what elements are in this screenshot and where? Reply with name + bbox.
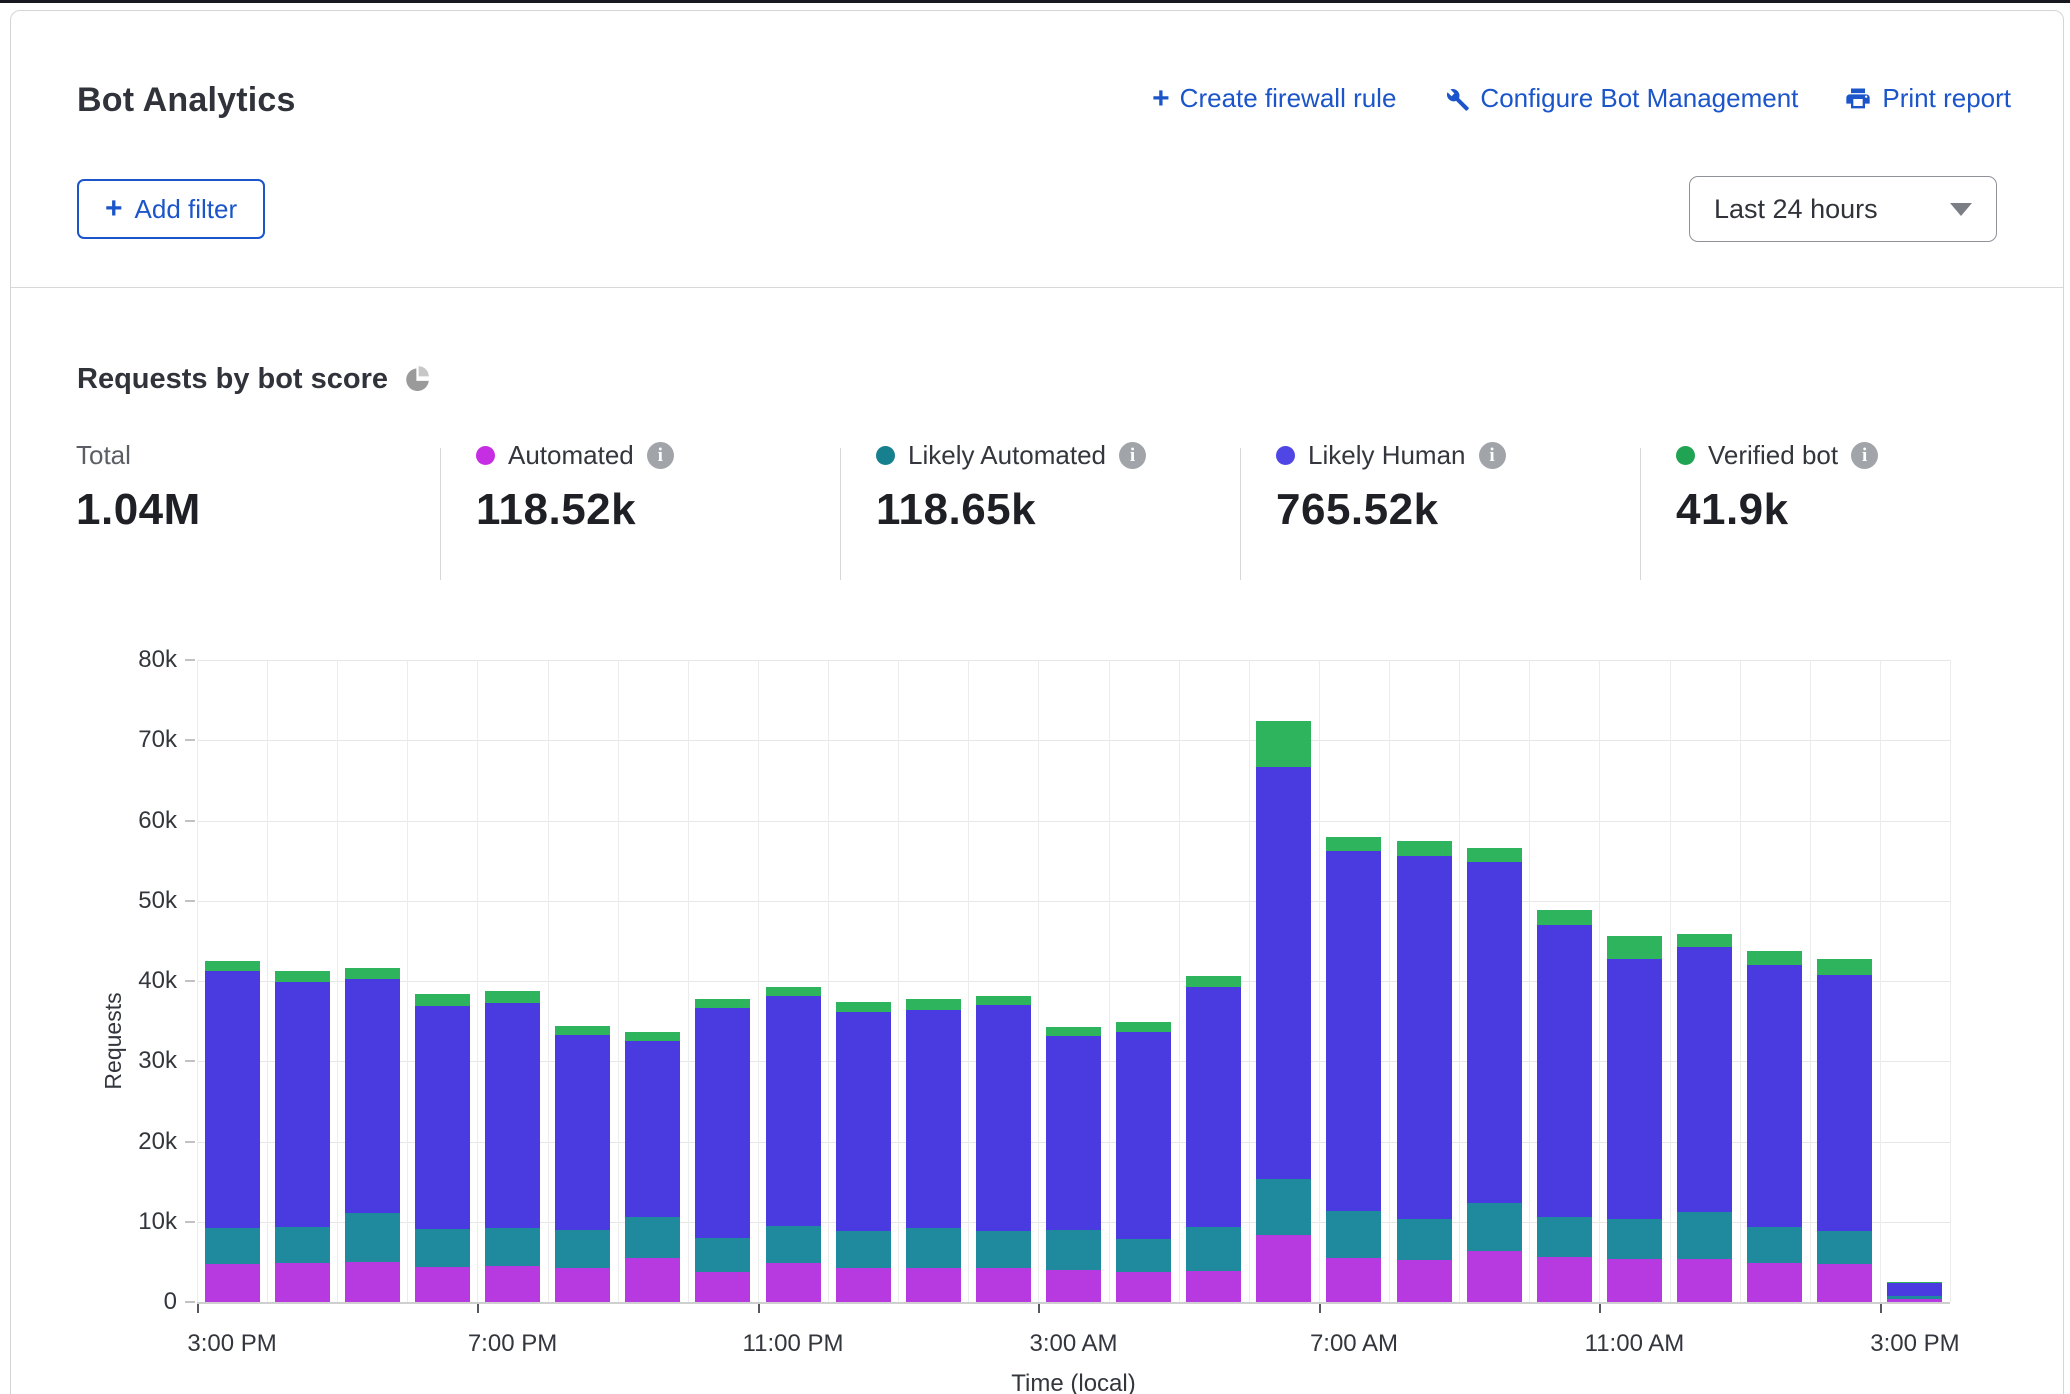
configure-bot-management-label: Configure Bot Management [1480, 83, 1798, 114]
info-icon[interactable]: i [1479, 442, 1506, 469]
stat-divider [840, 448, 841, 580]
printer-icon [1844, 85, 1872, 113]
plus-icon: + [1152, 84, 1170, 114]
stat-likely-human: Likely Human i 765.52k [1276, 440, 1506, 535]
stat-total: Total 1.04M [76, 440, 201, 535]
info-icon[interactable]: i [1851, 442, 1878, 469]
create-firewall-rule-link[interactable]: + Create firewall rule [1152, 83, 1396, 114]
verified-bot-dot-icon [1676, 446, 1695, 465]
stat-likely-human-value: 765.52k [1276, 485, 1506, 535]
stat-automated-label: Automated [508, 440, 634, 471]
stat-automated-value: 118.52k [476, 485, 674, 535]
info-icon[interactable]: i [1119, 442, 1146, 469]
stat-likely-human-label: Likely Human [1308, 440, 1466, 471]
stat-divider [1240, 448, 1241, 580]
stat-likely-automated-value: 118.65k [876, 485, 1146, 535]
configure-bot-management-link[interactable]: Configure Bot Management [1442, 83, 1798, 114]
stat-verified-bot: Verified bot i 41.9k [1676, 440, 1878, 535]
time-range-select[interactable]: Last 24 hours [1689, 176, 1997, 242]
stat-automated: Automated i 118.52k [476, 440, 674, 535]
section-title: Requests by bot score [77, 363, 388, 396]
stat-divider [440, 448, 441, 580]
stat-likely-automated: Likely Automated i 118.65k [876, 440, 1146, 535]
section-title-row: Requests by bot score [77, 363, 431, 396]
stat-likely-automated-label: Likely Automated [908, 440, 1106, 471]
wrench-icon [1442, 85, 1470, 113]
stat-total-label: Total [76, 440, 201, 471]
stat-verified-bot-label: Verified bot [1708, 440, 1838, 471]
time-range-value: Last 24 hours [1714, 194, 1878, 225]
stat-divider [1640, 448, 1641, 580]
pie-chart-icon [404, 364, 431, 396]
bot-analytics-page: Bot Analytics + Create firewall rule Con… [0, 0, 2070, 1394]
automated-dot-icon [476, 446, 495, 465]
chevron-down-icon [1950, 203, 1972, 216]
likely-human-dot-icon [1276, 446, 1295, 465]
add-filter-button[interactable]: + Add filter [77, 179, 265, 239]
page-title: Bot Analytics [77, 81, 296, 120]
info-icon[interactable]: i [647, 442, 674, 469]
create-firewall-rule-label: Create firewall rule [1180, 83, 1397, 114]
stat-verified-bot-value: 41.9k [1676, 485, 1878, 535]
analytics-card: Bot Analytics + Create firewall rule Con… [10, 10, 2064, 1394]
header-actions: + Create firewall rule Configure Bot Man… [1152, 83, 2011, 114]
print-report-label: Print report [1882, 83, 2011, 114]
likely-automated-dot-icon [876, 446, 895, 465]
card-header: Bot Analytics + Create firewall rule Con… [11, 11, 2063, 288]
window-top-edge [0, 0, 2070, 3]
add-filter-label: Add filter [135, 194, 238, 225]
print-report-link[interactable]: Print report [1844, 83, 2011, 114]
stat-total-value: 1.04M [76, 485, 201, 535]
plus-icon: + [105, 194, 123, 224]
